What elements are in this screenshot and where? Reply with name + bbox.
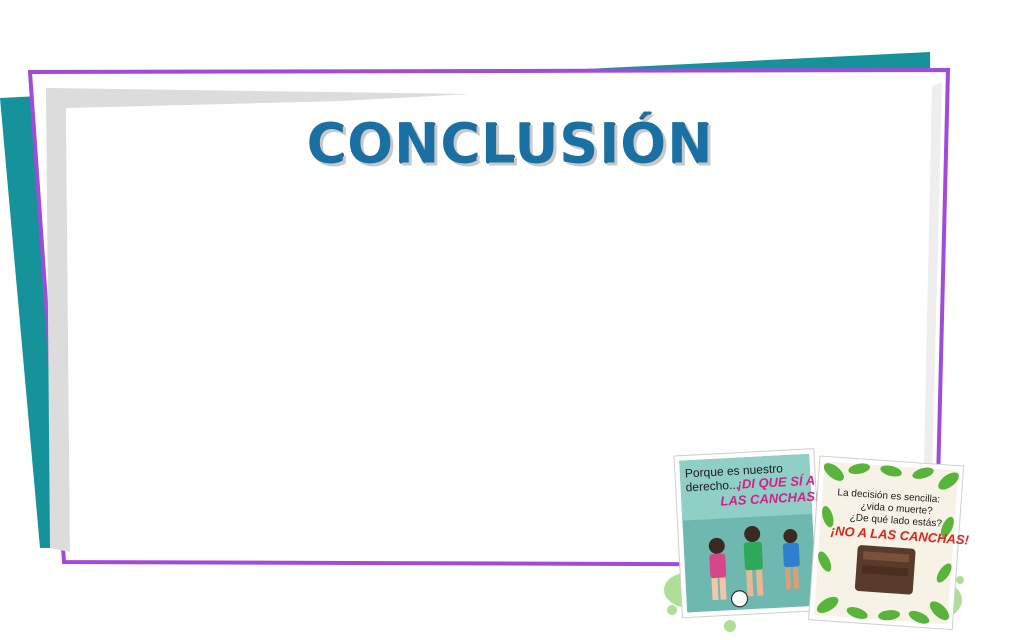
slide-title: CONCLUSIÓN: [306, 111, 714, 176]
slide-canvas: CONCLUSIÓN Porque es nuestro derecho... …: [0, 0, 1016, 632]
poster-left: Porque es nuestro derecho... ¡DI QUE SÍ …: [673, 448, 823, 619]
poster-right: La decisión es sencilla: ¿vida o muerte?…: [808, 455, 970, 631]
posters-illustration: Porque es nuestro derecho... ¡DI QUE SÍ …: [664, 448, 970, 632]
poster-left-line2: derecho...: [685, 478, 739, 495]
